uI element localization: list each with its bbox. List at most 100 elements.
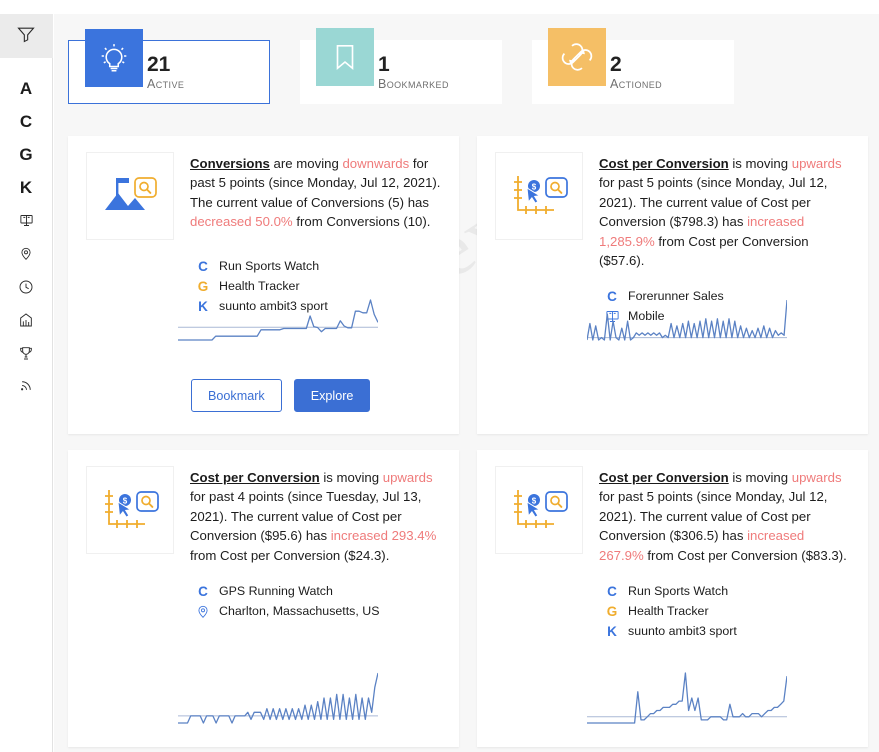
insight-sentence: Cost per Conversion is moving upwards fo… bbox=[190, 466, 441, 565]
dimension-label: GPS Running Watch bbox=[219, 584, 333, 599]
dimension-label: Charlton, Massachusetts, US bbox=[219, 604, 380, 619]
sentence-pre: is moving bbox=[728, 470, 792, 485]
sentence-post: from Conversions (10). bbox=[292, 214, 431, 230]
change-value: increased 293.4% bbox=[330, 528, 437, 544]
status-tab-count: 1 bbox=[378, 53, 390, 77]
insight-sentence: Cost per Conversion is moving upwards fo… bbox=[599, 466, 850, 565]
dimension-label: Health Tracker bbox=[219, 279, 300, 293]
sentence-post: from Cost per Conversion ($83.3). bbox=[643, 547, 847, 563]
dimension-label: Run Sports Watch bbox=[628, 584, 729, 599]
dimension-row: G Health Tracker bbox=[196, 276, 441, 296]
sidebar-item-feed[interactable] bbox=[0, 369, 53, 402]
sentence-post: from Cost per Conversion ($24.3). bbox=[190, 547, 390, 563]
bookmark-icon bbox=[316, 28, 374, 86]
rail-item-list: ACGK bbox=[0, 72, 53, 402]
dimension-row: G Health Tracker bbox=[605, 601, 850, 621]
main-panel: PPCexpo 21Active1Bookmarked2Actioned Con… bbox=[54, 14, 879, 752]
left-icon-rail: ACGK bbox=[0, 14, 53, 752]
link-icon bbox=[548, 28, 606, 86]
cost-cursor-search-icon: $ bbox=[508, 482, 570, 539]
insight-card: $ Cost per Conversion is moving upwards f… bbox=[68, 450, 459, 747]
dimension-badge-letter: C bbox=[198, 258, 208, 274]
filter-button[interactable] bbox=[0, 14, 53, 58]
status-tab-count: 21 bbox=[147, 53, 171, 77]
lightbulb-icon bbox=[85, 29, 143, 87]
insight-card-grid: Conversions are moving downwards for pas… bbox=[68, 136, 868, 747]
trend-direction: upwards bbox=[382, 470, 433, 485]
status-tab-bookmarked[interactable]: 1 Bookmarked bbox=[300, 28, 502, 104]
dimension-badge-letter: G bbox=[197, 278, 209, 294]
sidebar-item-goals[interactable] bbox=[0, 336, 53, 369]
status-tab-actioned[interactable]: 2 Actioned bbox=[532, 28, 734, 104]
metric-link[interactable]: Cost per Conversion bbox=[599, 470, 729, 485]
bar-chart-icon bbox=[18, 312, 34, 328]
trend-direction: upwards bbox=[791, 156, 842, 171]
card-thumbnail[interactable]: $ bbox=[495, 152, 583, 240]
dimension-label: Run Sports Watch bbox=[219, 259, 320, 273]
sentence-pre: are moving bbox=[269, 156, 343, 171]
clock-icon bbox=[18, 279, 34, 295]
dimension-row: Charlton, Massachusetts, US bbox=[196, 601, 441, 621]
explore-button[interactable]: Explore bbox=[293, 379, 371, 412]
sidebar-item-k[interactable]: K bbox=[0, 171, 53, 204]
trend-direction: downwards bbox=[342, 156, 410, 171]
status-tab-bar: 21 Active 1 Bookmarked 2 Actioned bbox=[68, 28, 734, 104]
dimension-row: Ksuunto ambit3 sport bbox=[605, 621, 850, 641]
device-icon bbox=[19, 213, 34, 228]
card-thumbnail[interactable] bbox=[86, 152, 174, 240]
bookmark-button[interactable]: Bookmark bbox=[191, 379, 282, 412]
dimension-badge-letter: C bbox=[607, 583, 617, 599]
dimension-list: C Run Sports Watch G Health Tracker Ksuunto … bbox=[605, 581, 850, 641]
card-thumbnail[interactable]: $ bbox=[495, 466, 583, 554]
svg-text:$: $ bbox=[532, 182, 537, 191]
insight-card: Conversions are moving downwards for pas… bbox=[68, 136, 459, 434]
location-pin-icon bbox=[19, 246, 33, 261]
status-tab-active[interactable]: 21 Active bbox=[68, 29, 270, 104]
metric-link[interactable]: Cost per Conversion bbox=[599, 156, 729, 171]
insights-page: ACGK PPCexpo 21Active1Bookmarked2Actione… bbox=[0, 0, 879, 752]
svg-text:$: $ bbox=[532, 496, 537, 505]
card-thumbnail[interactable]: $ bbox=[86, 466, 174, 554]
status-tab-label: Actioned bbox=[610, 76, 663, 91]
sparkline-chart bbox=[178, 299, 379, 346]
metric-link[interactable]: Cost per Conversion bbox=[190, 470, 320, 485]
insight-card: $ Cost per Conversion is moving upwards f… bbox=[477, 136, 868, 434]
rail-letter-label: K bbox=[19, 177, 33, 197]
sparkline-chart bbox=[587, 672, 788, 729]
sidebar-item-location[interactable] bbox=[0, 237, 53, 270]
metric-link[interactable]: Conversions bbox=[190, 156, 270, 171]
dimension-badge-letter: K bbox=[607, 623, 617, 639]
dimension-row: C GPS Running Watch bbox=[196, 581, 441, 601]
status-tab-count: 2 bbox=[610, 53, 622, 77]
rss-icon bbox=[19, 378, 34, 393]
sidebar-item-time[interactable] bbox=[0, 270, 53, 303]
card-actions: Bookmark Explore bbox=[191, 379, 371, 412]
dimension-row: C Run Sports Watch bbox=[196, 256, 441, 276]
sentence-pre: is moving bbox=[319, 470, 383, 485]
insight-card: $ Cost per Conversion is moving upwards f… bbox=[477, 450, 868, 747]
status-tab-label: Bookmarked bbox=[378, 76, 449, 91]
rail-letter-label: G bbox=[19, 144, 33, 164]
rail-letter-label: C bbox=[19, 111, 33, 131]
dimension-badge-letter: C bbox=[198, 583, 208, 599]
insight-sentence: Cost per Conversion is moving upwards fo… bbox=[599, 152, 850, 270]
filter-icon bbox=[16, 24, 36, 49]
location-pin-icon bbox=[196, 604, 210, 619]
trophy-icon bbox=[18, 345, 34, 361]
cost-cursor-search-icon: $ bbox=[99, 482, 161, 539]
dimension-label: Health Tracker bbox=[628, 604, 709, 619]
sparkline-chart bbox=[178, 672, 379, 729]
cost-cursor-search-icon: $ bbox=[508, 168, 570, 225]
dimension-label: suunto ambit3 sport bbox=[628, 624, 737, 639]
change-value: decreased 50.0% bbox=[190, 214, 293, 230]
sidebar-item-metrics[interactable] bbox=[0, 303, 53, 336]
top-strip bbox=[0, 0, 879, 14]
sidebar-item-device[interactable] bbox=[0, 204, 53, 237]
sidebar-item-a[interactable]: A bbox=[0, 72, 53, 105]
sidebar-item-g[interactable]: G bbox=[0, 138, 53, 171]
sidebar-item-c[interactable]: C bbox=[0, 105, 53, 138]
dimension-row: C Run Sports Watch bbox=[605, 581, 850, 601]
sentence-pre: is moving bbox=[728, 156, 792, 171]
status-tab-label: Active bbox=[147, 76, 185, 91]
trend-direction: upwards bbox=[791, 470, 842, 485]
